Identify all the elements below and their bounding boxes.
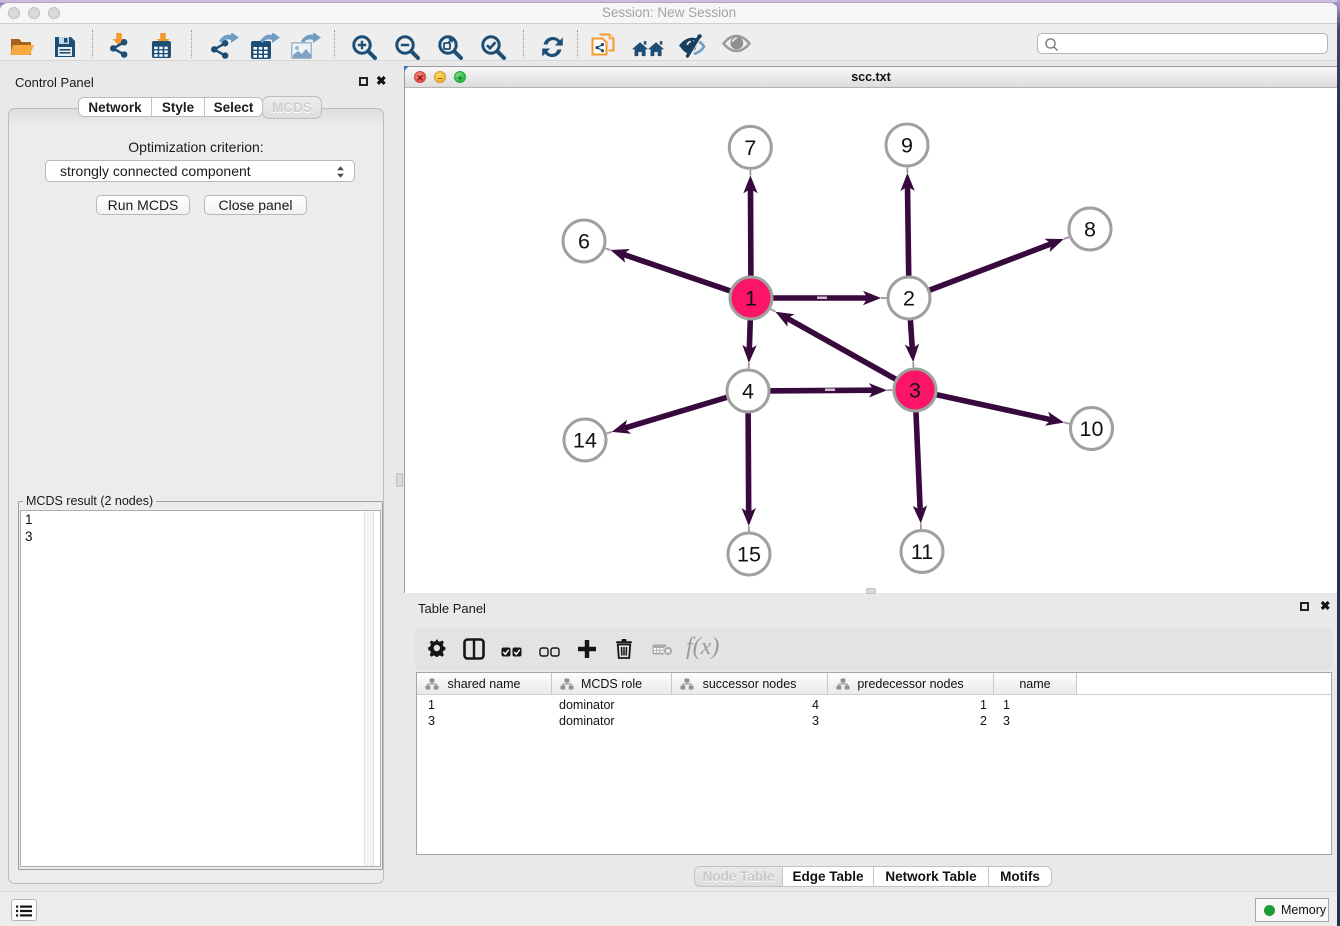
svg-text:14: 14: [573, 429, 597, 453]
svg-text:8: 8: [1084, 218, 1096, 242]
svg-text:10: 10: [1080, 417, 1104, 441]
svg-text:6: 6: [578, 230, 590, 254]
svg-text:11: 11: [911, 540, 933, 564]
svg-text:9: 9: [901, 134, 913, 158]
svg-text:2: 2: [903, 287, 915, 311]
svg-text:4: 4: [742, 380, 754, 404]
svg-text:1: 1: [745, 287, 757, 311]
svg-text:3: 3: [909, 379, 921, 403]
svg-text:7: 7: [744, 136, 756, 160]
svg-text:15: 15: [737, 543, 761, 567]
